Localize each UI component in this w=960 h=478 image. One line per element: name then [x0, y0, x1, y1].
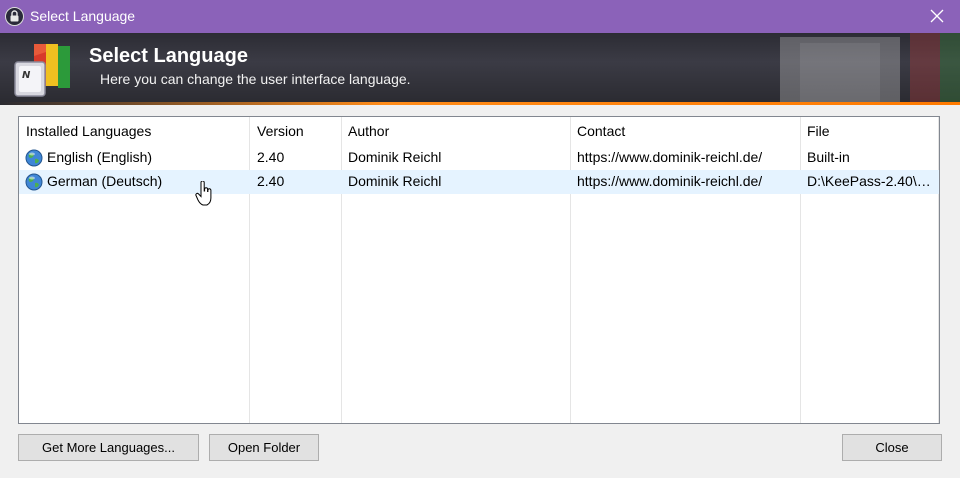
- window-title: Select Language: [30, 8, 136, 24]
- language-contact: https://www.dominik-reichl.de/: [577, 149, 763, 165]
- column-header-contact[interactable]: Contact: [577, 123, 625, 139]
- banner-subtitle: Here you can change the user interface l…: [100, 71, 411, 87]
- list-header: Installed Languages Version Author Conta…: [19, 117, 939, 145]
- installed-languages-list[interactable]: Installed Languages Version Author Conta…: [18, 116, 940, 424]
- globe-icon: [25, 173, 43, 191]
- banner-accent-line: [0, 102, 960, 105]
- column-header-file[interactable]: File: [807, 123, 830, 139]
- language-contact: https://www.dominik-reichl.de/: [577, 173, 763, 189]
- language-version: 2.40: [257, 173, 285, 189]
- language-flags-icon: N: [14, 44, 70, 97]
- open-folder-button[interactable]: Open Folder: [209, 434, 319, 461]
- dialog-banner: N Select Language Here you can change th…: [0, 33, 960, 105]
- svg-text:N: N: [22, 70, 31, 81]
- column-header-installed-languages[interactable]: Installed Languages: [26, 123, 151, 139]
- list-item-english[interactable]: English (English) 2.40 Dominik Reichl ht…: [19, 146, 939, 170]
- language-version: 2.40: [257, 149, 285, 165]
- language-file: D:\KeePass-2.40\…: [807, 173, 931, 189]
- keepass-lock-icon: [5, 7, 24, 26]
- list-item-german[interactable]: German (Deutsch) 2.40 Dominik Reichl htt…: [19, 170, 939, 194]
- column-header-author[interactable]: Author: [348, 123, 389, 139]
- banner-title: Select Language: [89, 45, 248, 67]
- close-button[interactable]: Close: [842, 434, 942, 461]
- column-header-version[interactable]: Version: [257, 123, 304, 139]
- hand-cursor-icon: [195, 181, 212, 206]
- language-author: Dominik Reichl: [348, 173, 442, 189]
- get-more-languages-button[interactable]: Get More Languages...: [18, 434, 199, 461]
- banner-decoration: [780, 33, 960, 105]
- close-icon: [930, 9, 944, 23]
- title-bar: Select Language: [0, 0, 960, 33]
- language-name: English (English): [47, 149, 153, 165]
- language-file: Built-in: [807, 149, 850, 165]
- globe-icon: [25, 149, 43, 167]
- window-close-button[interactable]: [914, 0, 960, 33]
- language-author: Dominik Reichl: [348, 149, 442, 165]
- language-name: German (Deutsch): [47, 173, 163, 189]
